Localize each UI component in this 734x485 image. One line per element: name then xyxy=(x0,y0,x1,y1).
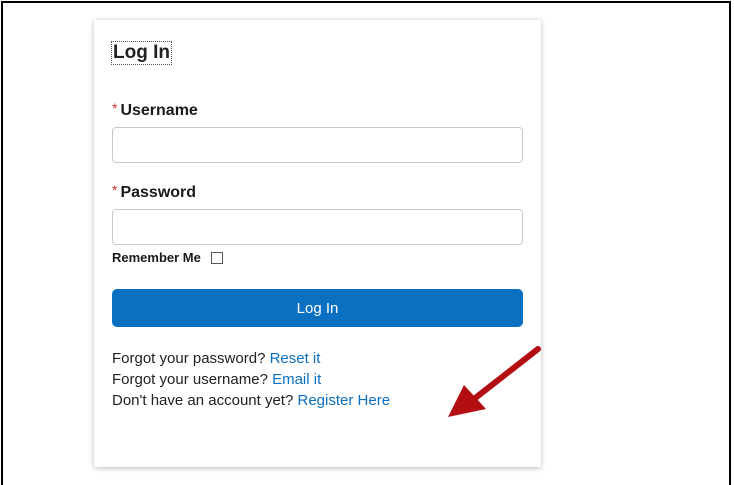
email-username-link[interactable]: Email it xyxy=(272,371,321,388)
required-mark: * xyxy=(112,100,118,116)
register-text: Don't have an account yet? xyxy=(112,392,298,409)
required-mark: * xyxy=(112,182,118,198)
register-link[interactable]: Register Here xyxy=(298,392,391,409)
password-label: * Password xyxy=(112,182,196,202)
remember-me-checkbox[interactable] xyxy=(210,251,223,264)
remember-me-row: Remember Me xyxy=(112,250,223,265)
forgot-password-row: Forgot your password? Reset it xyxy=(112,348,390,369)
username-input[interactable] xyxy=(112,127,523,163)
forgot-password-text: Forgot your password? xyxy=(112,350,270,367)
remember-me-label: Remember Me xyxy=(112,250,201,265)
reset-password-link[interactable]: Reset it xyxy=(270,350,321,367)
red-arrow-icon xyxy=(448,346,541,417)
login-title: Log In xyxy=(111,41,172,65)
login-button[interactable]: Log In xyxy=(112,289,523,327)
username-label-text: Username xyxy=(120,102,198,119)
password-label-text: Password xyxy=(120,184,197,201)
forgot-username-text: Forgot your username? xyxy=(112,371,273,388)
help-links: Forgot your password? Reset it Forgot yo… xyxy=(112,348,390,411)
register-row: Don't have an account yet? Register Here xyxy=(112,390,390,411)
password-input[interactable] xyxy=(112,209,523,245)
username-label: * Username xyxy=(112,100,198,120)
forgot-username-row: Forgot your username? Email it xyxy=(112,369,390,390)
